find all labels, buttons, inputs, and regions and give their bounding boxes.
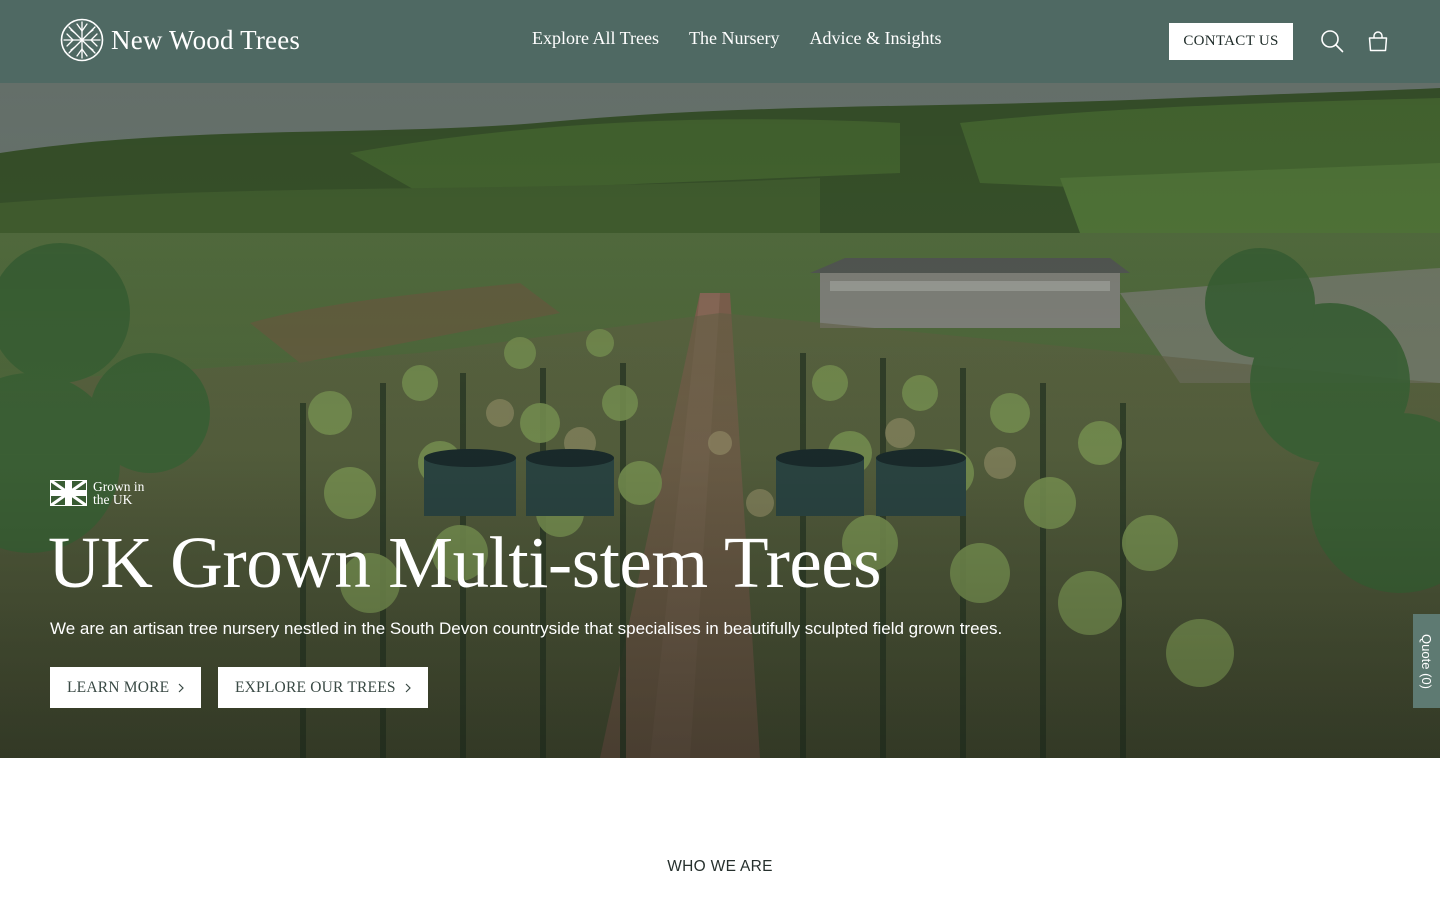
grown-in-uk-badge: Grown in the UK [50,480,153,506]
quote-tab[interactable]: Quote (0) [1413,614,1440,708]
tree-roots-icon [60,18,104,62]
chevron-right-icon [178,683,185,692]
who-we-are-heading: WHO WE ARE [667,858,773,875]
quote-tab-label: Quote (0) [1419,633,1435,689]
explore-our-trees-button[interactable]: EXPLORE OUR TREES [218,667,428,708]
hero-banner: Grown in the UK UK Grown Multi-stem Tree… [0,83,1440,758]
grown-in-uk-text: Grown in the UK [93,479,145,507]
search-icon [1321,30,1344,53]
hero-title: UK Grown Multi-stem Trees [48,522,882,603]
learn-more-label: LEARN MORE [67,678,170,696]
explore-our-trees-label: EXPLORE OUR TREES [235,678,396,696]
shopping-bag-icon [1368,31,1388,52]
site-header: New Wood Trees Explore All Trees The Nur… [0,0,1440,83]
nav-the-nursery[interactable]: The Nursery [689,28,779,49]
union-jack-icon [50,480,87,506]
hero-subtitle: We are an artisan tree nursery nestled i… [50,619,1003,638]
cart-button[interactable] [1365,28,1391,54]
learn-more-button[interactable]: LEARN MORE [50,667,202,708]
nav-advice-insights[interactable]: Advice & Insights [809,28,941,49]
search-button[interactable] [1319,28,1345,54]
hero-background-photo [0,83,1440,758]
chevron-right-icon [405,683,411,692]
main-nav: Explore All Trees The Nursery Advice & I… [532,28,941,49]
logo-text: New Wood Trees [111,24,301,55]
logo[interactable]: New Wood Trees [60,17,300,63]
contact-us-button[interactable]: CONTACT US [1169,23,1293,60]
nav-explore-all-trees[interactable]: Explore All Trees [532,28,659,49]
